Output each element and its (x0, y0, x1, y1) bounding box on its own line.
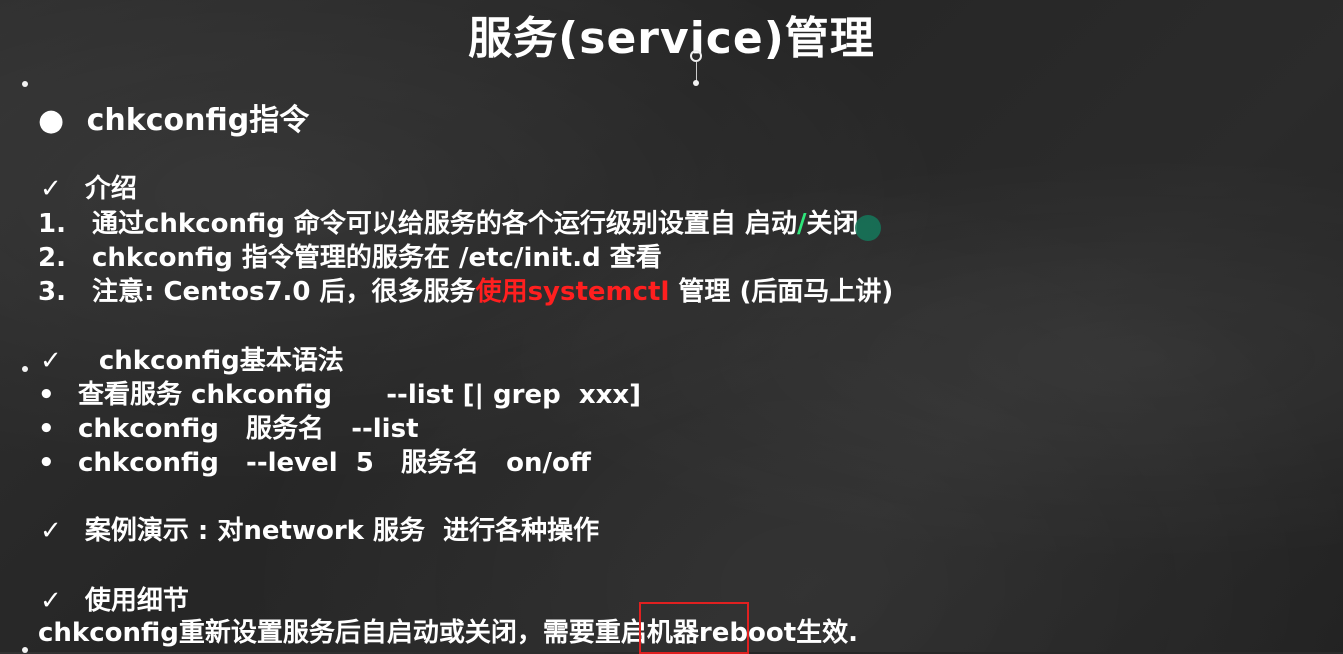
check-icon: ✓ (40, 174, 62, 204)
main-bullet: ● chkconfig指令 (38, 95, 309, 139)
intro-item-2: 2. chkconfig 指令管理的服务在 /etc/init.d 查看 (38, 243, 662, 273)
syntax-line-3: • chkconfig --level 5 服务名 on/off (38, 448, 591, 478)
syntax-line-1: • 查看服务 chkconfig --list [| grep xxx] (38, 380, 642, 410)
resize-handle-top[interactable] (693, 80, 699, 86)
intro-heading: ✓ 介绍 (40, 174, 137, 204)
small-bullet-icon: • (38, 380, 55, 410)
small-bullet-icon: • (38, 414, 55, 444)
slide-title[interactable]: 服务(service)管理 (0, 2, 1343, 66)
syntax-line-2: • chkconfig 服务名 --list (38, 414, 419, 444)
red-highlight-box[interactable] (639, 602, 749, 654)
resize-handle-top-left[interactable] (22, 81, 28, 87)
rotate-handle-stem (696, 62, 697, 82)
intro-item-1: 1. 通过chkconfig 命令可以给服务的各个运行级别设置自 启动/关闭 (38, 209, 859, 239)
bullet-dot-icon: ● (38, 103, 65, 138)
mouse-cursor-icon (855, 215, 881, 241)
check-icon: ✓ (40, 346, 62, 376)
syntax-heading: ✓ chkconfig基本语法 (40, 346, 344, 376)
main-bullet-text: chkconfig指令 (86, 103, 310, 138)
intro-item-3: 3. 注意: Centos7.0 后，很多服务使用systemctl 管理 (后面… (38, 277, 894, 307)
demo-heading: ✓ 案例演示 : 对network 服务 进行各种操作 (40, 516, 600, 546)
slide-canvas[interactable]: 服务(service)管理 ● chkconfig指令 ✓ 介绍 1. 通过chk… (0, 0, 1343, 654)
resize-handle-left[interactable] (22, 366, 28, 372)
small-bullet-icon: • (38, 448, 55, 478)
check-icon: ✓ (40, 516, 62, 546)
rotate-handle-icon[interactable] (690, 50, 702, 62)
resize-handle-bottom-left[interactable] (22, 647, 28, 653)
